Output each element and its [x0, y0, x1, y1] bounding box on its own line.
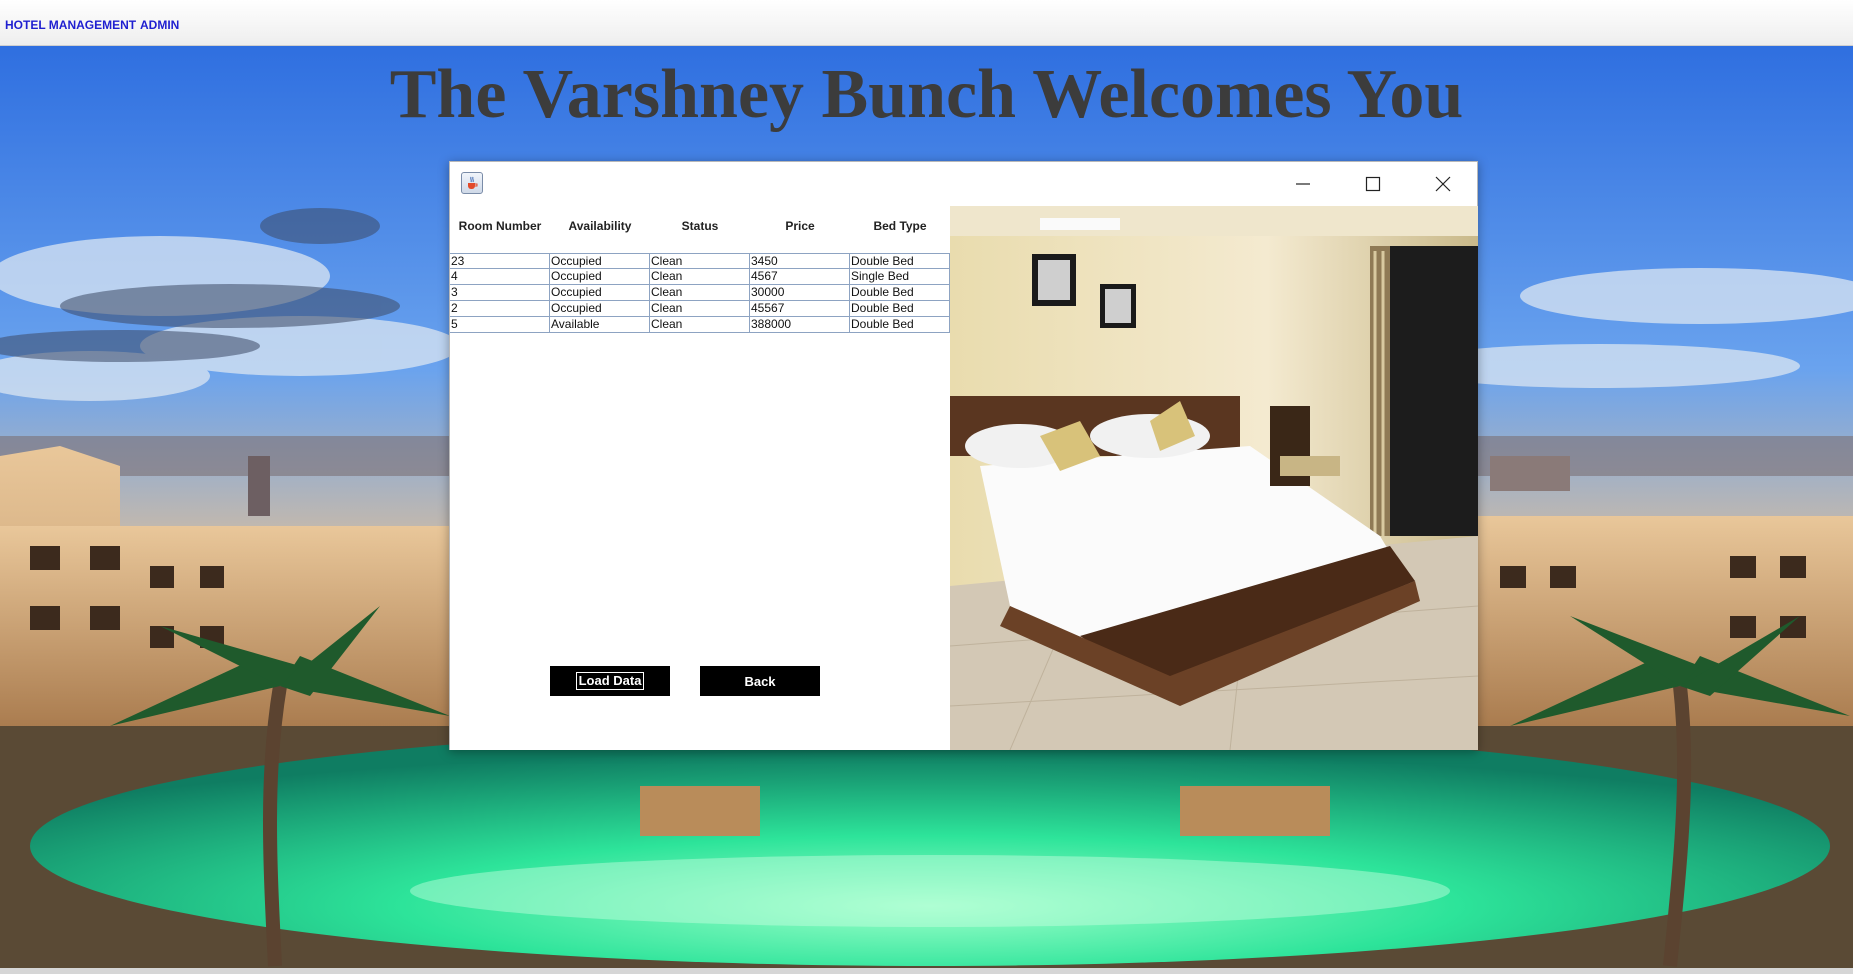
table-row[interactable]: 4 Occupied Clean 4567 Single Bed [450, 269, 950, 285]
dialog-titlebar[interactable] [450, 162, 1477, 206]
cell-availability[interactable]: Available [550, 317, 650, 332]
table-row[interactable]: 23 Occupied Clean 3450 Double Bed [450, 253, 950, 269]
menu-hotel-management[interactable]: HOTEL MANAGEMENT [5, 18, 136, 32]
table-header: Room Number Availability Status Price Be… [450, 206, 950, 246]
cell-availability[interactable]: Occupied [550, 285, 650, 300]
load-data-label: Load Data [575, 672, 645, 690]
cell-status[interactable]: Clean [650, 285, 750, 300]
cell-availability[interactable]: Occupied [550, 269, 650, 284]
back-label: Back [744, 673, 776, 689]
cell-availability[interactable]: Occupied [550, 301, 650, 316]
column-header-room-number[interactable]: Room Number [450, 206, 550, 246]
column-header-availability[interactable]: Availability [550, 206, 650, 246]
cell-price[interactable]: 388000 [750, 317, 850, 332]
cell-bed-type[interactable]: Double Bed [850, 254, 950, 269]
cell-bed-type[interactable]: Single Bed [850, 269, 950, 284]
status-bar [0, 968, 1853, 974]
cell-room-number[interactable]: 4 [450, 269, 550, 284]
java-cup-icon [461, 172, 483, 194]
minimize-icon[interactable] [1268, 162, 1338, 206]
load-data-button[interactable]: Load Data [550, 666, 670, 696]
back-button[interactable]: Back [700, 666, 820, 696]
menu-bar: HOTEL MANAGEMENT ADMIN [0, 0, 1853, 46]
hotel-room-photo [950, 206, 1478, 750]
cell-bed-type[interactable]: Double Bed [850, 285, 950, 300]
cell-room-number[interactable]: 5 [450, 317, 550, 332]
column-header-status[interactable]: Status [650, 206, 750, 246]
maximize-icon[interactable] [1338, 162, 1408, 206]
cell-room-number[interactable]: 23 [450, 254, 550, 269]
cell-price[interactable]: 4567 [750, 269, 850, 284]
welcome-heading: The Varshney Bunch Welcomes You [389, 56, 1464, 133]
cell-room-number[interactable]: 2 [450, 301, 550, 316]
column-header-price[interactable]: Price [750, 206, 850, 246]
room-table: Room Number Availability Status Price Be… [450, 206, 950, 750]
column-header-bed-type[interactable]: Bed Type [850, 206, 950, 246]
table-row[interactable]: 2 Occupied Clean 45567 Double Bed [450, 301, 950, 317]
cell-price[interactable]: 30000 [750, 285, 850, 300]
table-row[interactable]: 3 Occupied Clean 30000 Double Bed [450, 285, 950, 301]
cell-availability[interactable]: Occupied [550, 254, 650, 269]
cell-price[interactable]: 3450 [750, 254, 850, 269]
cell-status[interactable]: Clean [650, 269, 750, 284]
table-row[interactable]: 5 Available Clean 388000 Double Bed [450, 317, 950, 333]
cell-status[interactable]: Clean [650, 301, 750, 316]
cell-status[interactable]: Clean [650, 317, 750, 332]
cell-room-number[interactable]: 3 [450, 285, 550, 300]
cell-bed-type[interactable]: Double Bed [850, 317, 950, 332]
close-icon[interactable] [1408, 162, 1478, 206]
table-body: 23 Occupied Clean 3450 Double Bed 4 Occu… [450, 253, 950, 333]
room-status-dialog: Room Number Availability Status Price Be… [449, 161, 1478, 750]
cell-status[interactable]: Clean [650, 254, 750, 269]
cell-price[interactable]: 45567 [750, 301, 850, 316]
cell-bed-type[interactable]: Double Bed [850, 301, 950, 316]
menu-admin[interactable]: ADMIN [140, 18, 179, 32]
